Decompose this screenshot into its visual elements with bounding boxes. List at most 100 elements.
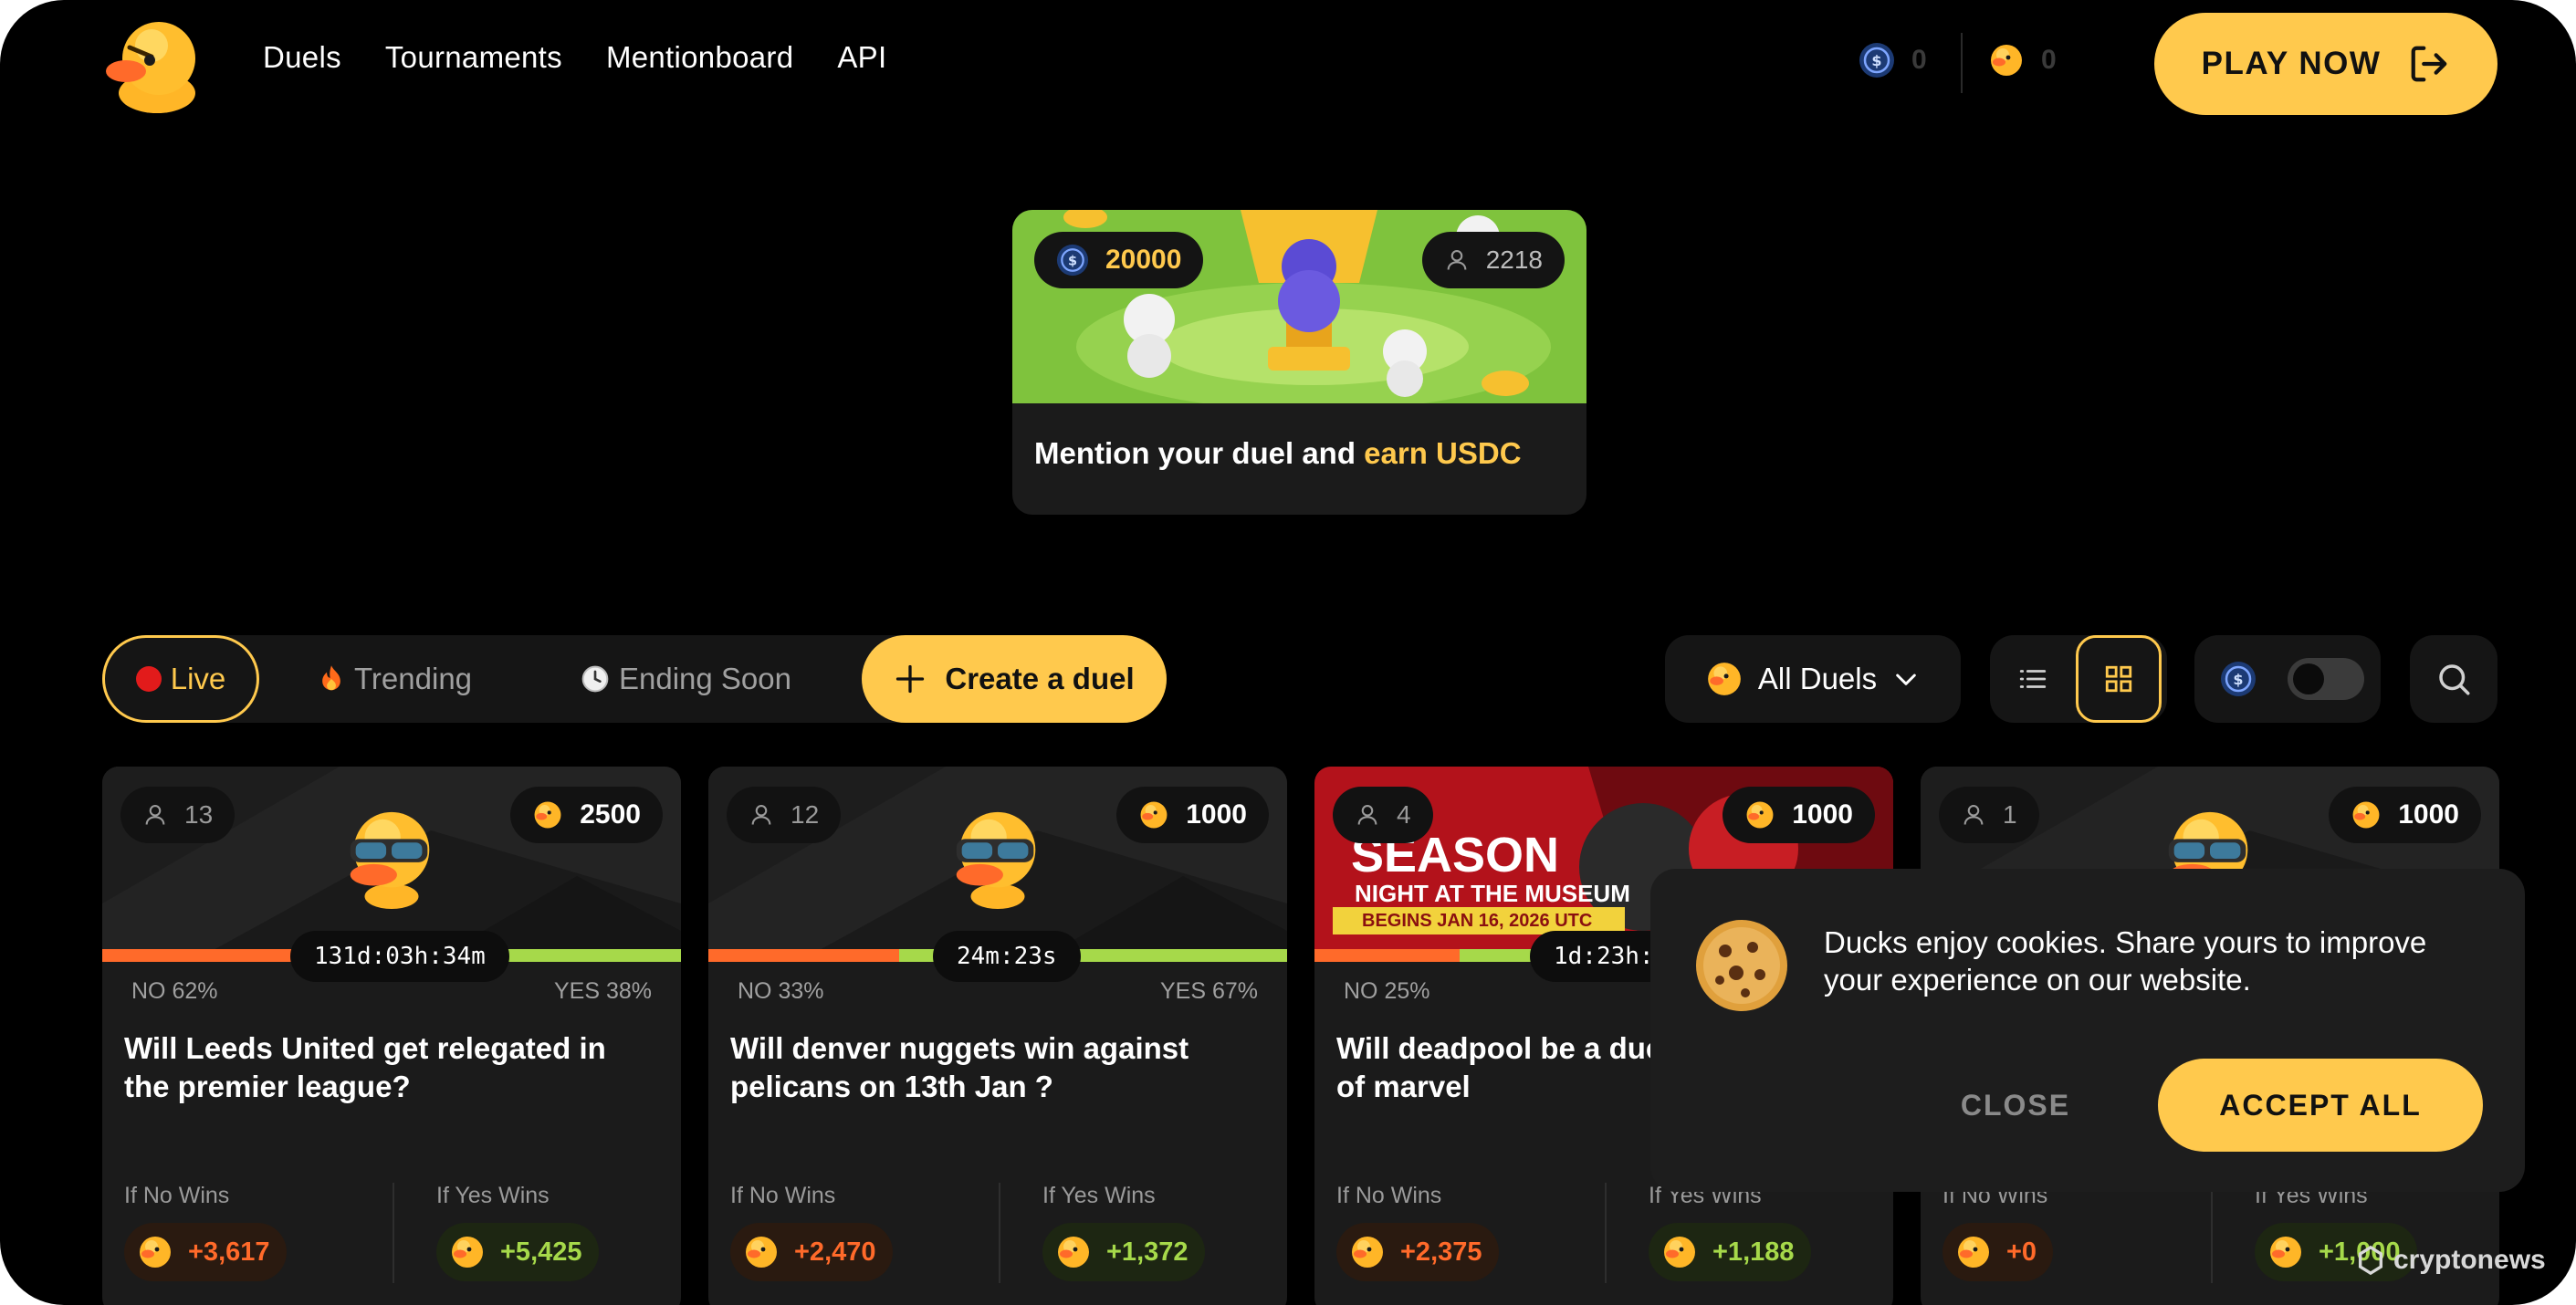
yes-payout-value: +1,372 xyxy=(1106,1237,1189,1267)
login-icon xyxy=(2412,46,2447,82)
no-payout-value: +3,617 xyxy=(188,1237,270,1267)
no-payout[interactable]: +2,375 xyxy=(1336,1223,1499,1281)
duck-coin-icon xyxy=(1744,799,1775,830)
payout-divider xyxy=(1605,1183,1607,1283)
watermark: cryptonews xyxy=(2355,1245,2546,1276)
no-payout[interactable]: +0 xyxy=(1942,1223,2054,1281)
cryptonews-logo-icon xyxy=(2358,1245,2383,1276)
pool-amount: 1000 xyxy=(1186,799,1247,830)
no-wins-label: If No Wins xyxy=(124,1183,230,1208)
payout-divider xyxy=(999,1183,1000,1283)
search-icon xyxy=(2439,664,2470,695)
usdc-icon xyxy=(2220,661,2257,697)
duel-card[interactable]: 12 1000 24m:23s NO 33% YES 67% Will denv… xyxy=(708,767,1287,1305)
cookie-accept-button[interactable]: ACCEPT ALL xyxy=(2158,1059,2483,1152)
usdc-icon xyxy=(1859,42,1895,78)
yes-payout[interactable]: +5,425 xyxy=(436,1223,599,1281)
cookie-close-button[interactable]: CLOSE xyxy=(1933,1075,2098,1135)
currency-switch[interactable] xyxy=(2288,658,2364,700)
participants-pill: 1 xyxy=(1939,787,2039,843)
countdown-timer: 24m:23s xyxy=(933,931,1081,982)
create-duel-button[interactable]: Create a duel xyxy=(862,635,1167,723)
banner-line-3: BEGINS JAN 16, 2026 UTC xyxy=(1362,911,1593,931)
nav-tournaments[interactable]: Tournaments xyxy=(385,40,562,75)
person-icon xyxy=(1961,802,1986,828)
countdown-timer: 131d:03h:34m xyxy=(290,931,509,982)
tab-ending-soon-label: Ending Soon xyxy=(619,662,791,695)
no-payout[interactable]: +3,617 xyxy=(124,1223,287,1281)
duck-coin-icon xyxy=(137,1234,173,1270)
duck-coin-icon xyxy=(1955,1234,1992,1270)
payout-divider xyxy=(2211,1183,2213,1283)
play-now-label: PLAY NOW xyxy=(2201,46,2382,81)
yes-payout[interactable]: +1,372 xyxy=(1042,1223,1205,1281)
yes-payout[interactable]: +1,188 xyxy=(1649,1223,1811,1281)
duck-balance-value: 0 xyxy=(2041,45,2057,75)
duck-coin-icon xyxy=(449,1234,486,1270)
duck-balance: 0 xyxy=(1988,42,2057,78)
usdc-icon xyxy=(1056,244,1089,277)
duel-question[interactable]: Will denver nuggets win against pelicans… xyxy=(730,1029,1265,1106)
logo-duck-icon[interactable] xyxy=(102,15,204,115)
watermark-text: cryptonews xyxy=(2393,1245,2546,1275)
cookie-icon xyxy=(1696,920,1787,1011)
pool-pill: 1000 xyxy=(1116,787,1269,843)
no-wins-label: If No Wins xyxy=(1336,1183,1442,1208)
chevron-down-icon xyxy=(1896,673,1916,685)
duck-icon xyxy=(1705,660,1744,698)
list-view-button[interactable] xyxy=(1990,635,2076,723)
no-payout-value: +2,470 xyxy=(794,1237,876,1267)
tab-live-label: Live xyxy=(170,662,226,695)
nav-api[interactable]: API xyxy=(837,40,886,75)
no-payout-value: +2,375 xyxy=(1400,1237,1482,1267)
list-icon xyxy=(2019,670,2047,688)
duel-question[interactable]: Will Leeds United get relegated in the p… xyxy=(124,1029,659,1106)
promo-text: Mention your duel and earn USDC xyxy=(1034,436,1522,471)
cookie-text: Ducks enjoy cookies. Share yours to impr… xyxy=(1824,925,2427,997)
no-percentage: NO 25% xyxy=(1344,978,1430,1004)
duck-avatar-icon xyxy=(338,803,445,911)
person-icon xyxy=(1355,802,1380,828)
fire-icon xyxy=(322,665,340,691)
currency-toggle xyxy=(2194,635,2381,723)
search-button[interactable] xyxy=(2410,635,2497,723)
tab-live[interactable]: Live xyxy=(102,635,259,723)
all-duels-label: All Duels xyxy=(1757,662,1878,695)
plus-icon xyxy=(896,664,925,694)
duck-coin-icon xyxy=(1349,1234,1386,1270)
create-duel-label: Create a duel xyxy=(945,662,1135,695)
nav-duels[interactable]: Duels xyxy=(263,40,341,75)
app-frame: Duels Tournaments Mentionboard API 0 0 P… xyxy=(0,0,2576,1305)
odds-bar-no xyxy=(1314,949,1460,962)
duck-coin-icon xyxy=(532,799,563,830)
duck-coin-icon xyxy=(1138,799,1169,830)
no-payout[interactable]: +2,470 xyxy=(730,1223,893,1281)
play-now-button[interactable]: PLAY NOW xyxy=(2154,13,2497,115)
pool-pill: 2500 xyxy=(510,787,663,843)
no-payout-value: +0 xyxy=(2006,1237,2037,1267)
yes-percentage: YES 38% xyxy=(553,978,652,1004)
live-dot-icon xyxy=(135,666,162,692)
participants-count: 1 xyxy=(2003,800,2017,829)
duck-coin-icon xyxy=(1055,1234,1092,1270)
grid-view-button[interactable] xyxy=(2076,635,2162,723)
pool-amount: 1000 xyxy=(1792,799,1853,830)
clock-icon xyxy=(581,665,609,693)
all-duels-dropdown[interactable]: All Duels xyxy=(1665,635,1961,723)
tab-trending-label: Trending xyxy=(354,662,473,695)
tab-ending-soon[interactable]: Ending Soon xyxy=(581,635,791,723)
payout-divider xyxy=(393,1183,394,1283)
mention-promo-card[interactable]: 20000 2218 Mention your duel and earn US… xyxy=(1012,210,1586,515)
participants-pill: 12 xyxy=(727,787,842,843)
tab-trending[interactable]: Trending xyxy=(318,635,472,723)
yes-wins-label: If Yes Wins xyxy=(1042,1183,1156,1208)
nav-mentionboard[interactable]: Mentionboard xyxy=(606,40,793,75)
balance-divider xyxy=(1961,33,1963,93)
yes-percentage: YES 67% xyxy=(1159,978,1258,1004)
promo-text-prefix: Mention your duel and xyxy=(1034,436,1365,470)
duck-coin-icon xyxy=(1661,1234,1698,1270)
duck-coin-icon xyxy=(2351,799,2382,830)
yes-payout-value: +1,188 xyxy=(1712,1237,1795,1267)
duel-card[interactable]: 13 2500 131d:03h:34m NO 62% YES 38% Will… xyxy=(102,767,681,1305)
cookie-banner: Ducks enjoy cookies. Share yours to impr… xyxy=(1650,869,2525,1192)
